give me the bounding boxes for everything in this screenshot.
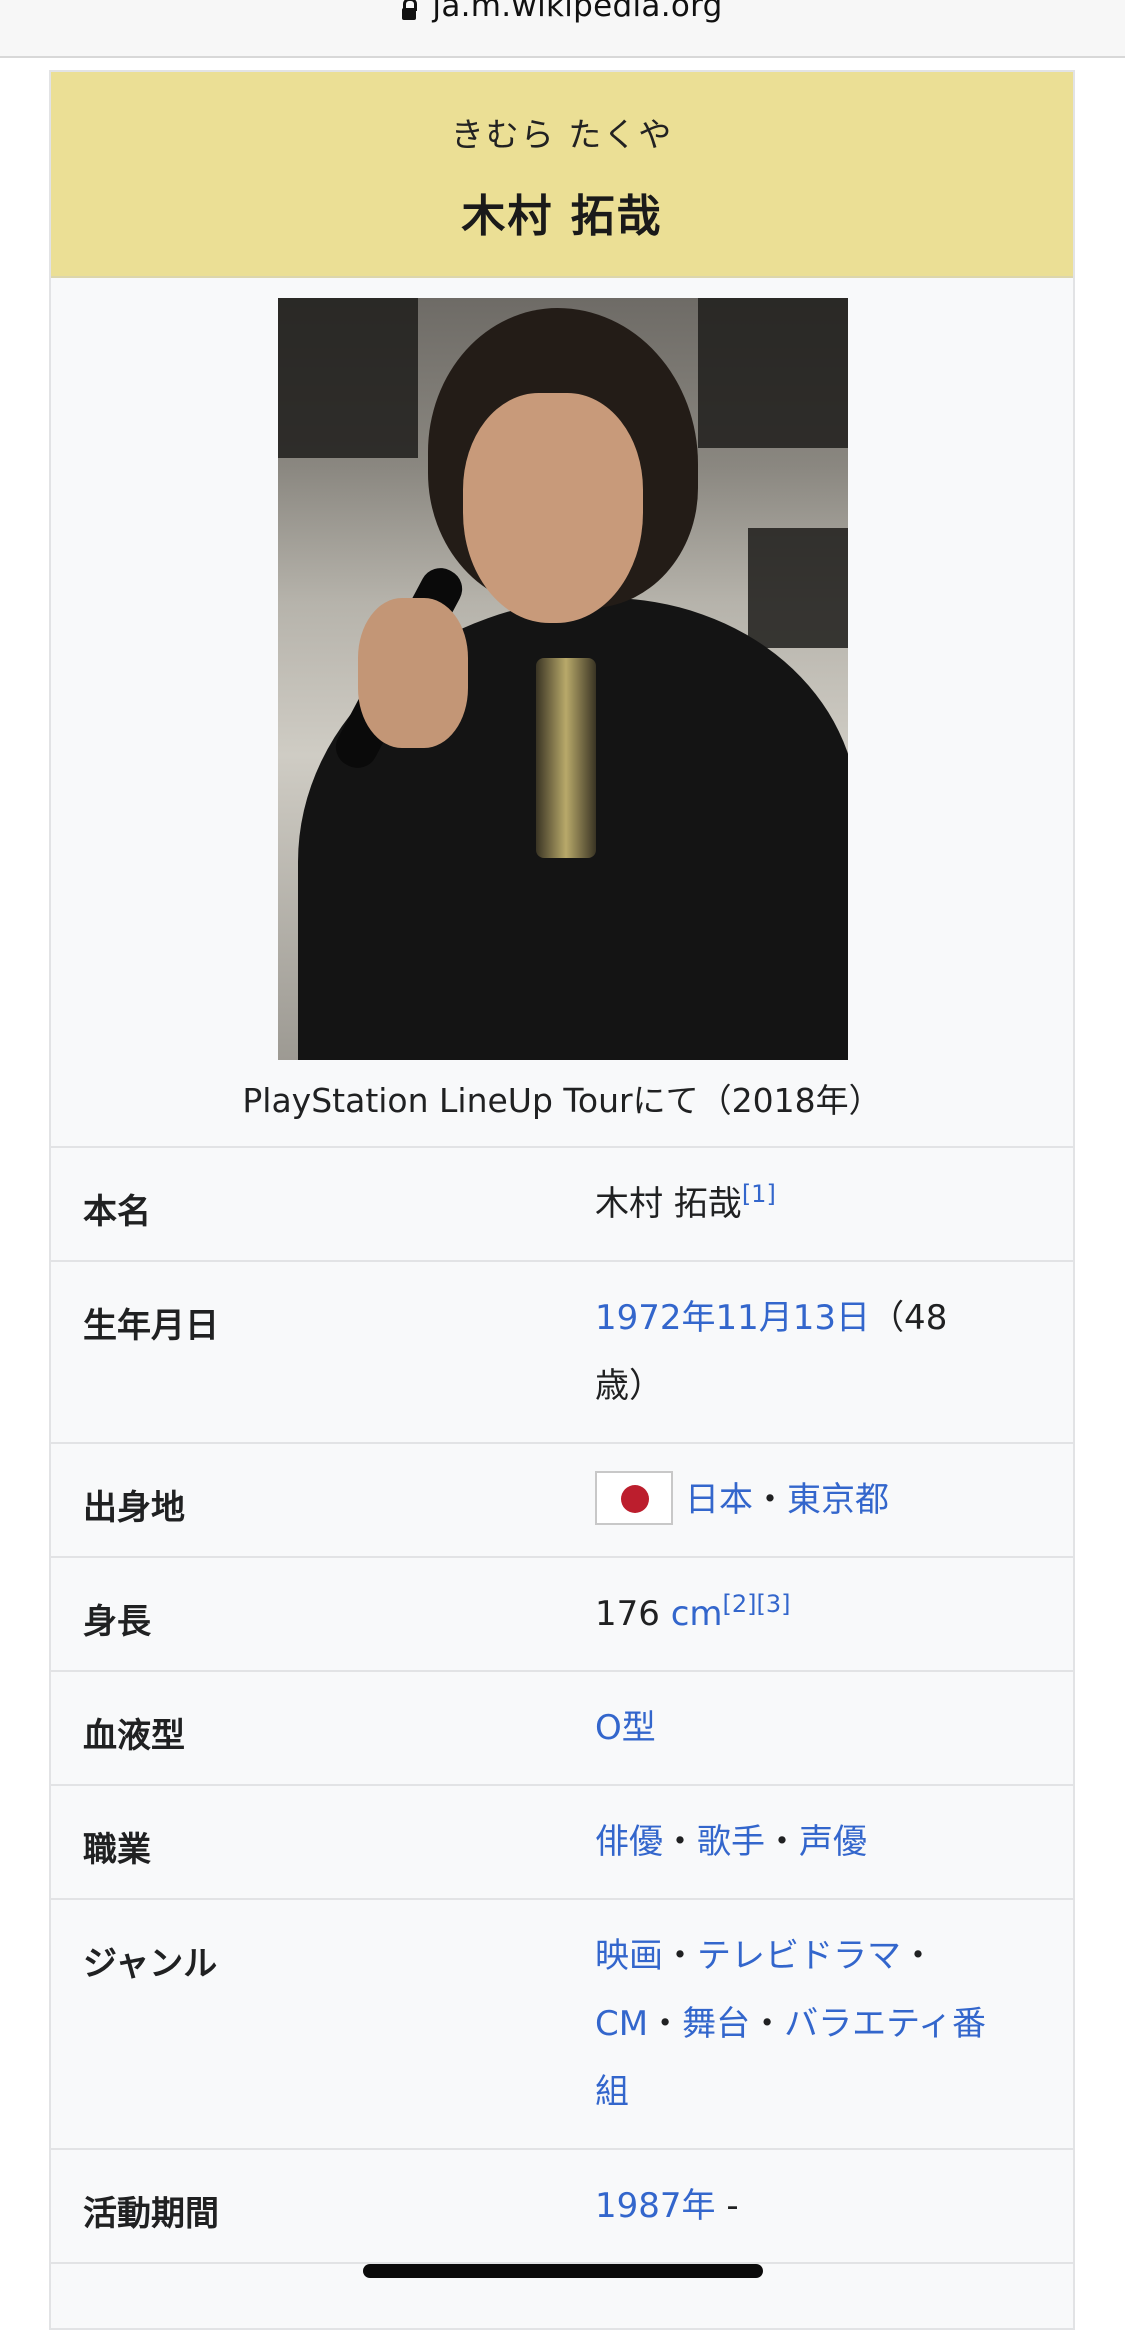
occupation-link-actor[interactable]: 俳優 — [595, 1822, 663, 1862]
infobox-header: きむら たくや 木村 拓哉 — [51, 72, 1073, 278]
photo-caption: PlayStation LineUp Tourにて（2018年） — [242, 1081, 882, 1120]
genre-link-tv-drama[interactable]: テレビドラマ — [697, 1936, 901, 1976]
label-active-years: 活動期間 — [83, 2194, 219, 2234]
city-link[interactable]: 東京都 — [787, 1480, 889, 1520]
active-year-link[interactable]: 1987年 — [595, 2186, 716, 2226]
value-blood-type: O型 — [595, 1694, 1045, 1762]
value-height: 176 cm[2][3] — [595, 1580, 1045, 1648]
label-birth-date: 生年月日 — [83, 1306, 219, 1346]
occupation-link-singer[interactable]: 歌手 — [697, 1822, 765, 1862]
name-reading: きむら たくや — [450, 115, 674, 154]
lock-icon — [402, 0, 418, 20]
country-link[interactable]: 日本 — [685, 1480, 753, 1520]
height-number: 176 — [595, 1594, 671, 1634]
real-name-text: 木村 拓哉 — [595, 1184, 742, 1224]
row-height: 身長 176 cm[2][3] — [51, 1558, 1073, 1672]
separator: ・ — [750, 2004, 785, 2044]
blood-type-link[interactable]: O型 — [595, 1708, 656, 1748]
label-height: 身長 — [83, 1602, 151, 1642]
row-occupation: 職業 俳優・歌手・声優 — [51, 1786, 1073, 1900]
portrait-photo[interactable] — [278, 298, 848, 1060]
value-origin: 日本・東京都 — [595, 1466, 1045, 1534]
row-origin: 出身地 日本・東京都 — [51, 1444, 1073, 1558]
separator: ・ — [765, 1822, 799, 1862]
separator: ・ — [901, 1936, 935, 1976]
ref-links[interactable]: [2][3] — [723, 1590, 791, 1618]
age-text: （48 — [870, 1298, 948, 1338]
row-active-years: 活動期間 1987年 - — [51, 2150, 1073, 2264]
value-active-years: 1987年 - — [595, 2172, 1045, 2240]
active-suffix: - — [715, 2186, 739, 2226]
japan-flag-icon — [595, 1470, 673, 1525]
age-text-cont: 歳） — [595, 1366, 663, 1406]
genre-link-cm[interactable]: CM — [595, 2004, 648, 2044]
label-blood-type: 血液型 — [83, 1716, 185, 1756]
separator: ・ — [663, 1936, 697, 1976]
browser-url-bar[interactable]: ja.m.wikipedia.org — [0, 0, 1125, 58]
separator: ・ — [663, 1822, 697, 1862]
occupation-link-voice-actor[interactable]: 声優 — [799, 1822, 867, 1862]
label-origin: 出身地 — [83, 1488, 185, 1528]
separator: ・ — [648, 2004, 683, 2044]
ref-link[interactable]: [1] — [742, 1180, 776, 1208]
separator: ・ — [753, 1480, 787, 1520]
row-birth-date: 生年月日 1972年11月13日（48 歳） — [51, 1262, 1073, 1444]
url-text[interactable]: ja.m.wikipedia.org — [432, 0, 722, 24]
label-real-name: 本名 — [83, 1192, 151, 1232]
birth-date-link[interactable]: 1972年11月13日 — [595, 1298, 870, 1338]
genre-link-variety[interactable]: バラエティ番 — [784, 2004, 986, 2044]
genre-link-stage[interactable]: 舞台 — [682, 2004, 750, 2044]
value-real-name: 木村 拓哉[1] — [595, 1170, 1045, 1238]
row-real-name: 本名 木村 拓哉[1] — [51, 1148, 1073, 1262]
home-indicator[interactable] — [363, 2264, 763, 2278]
photo-cell: PlayStation LineUp Tourにて（2018年） — [51, 278, 1073, 1148]
value-birth-date: 1972年11月13日（48 歳） — [595, 1284, 1045, 1420]
genre-link-film[interactable]: 映画 — [595, 1936, 663, 1976]
label-genre: ジャンル — [83, 1944, 218, 1984]
genre-link-variety-cont[interactable]: 組 — [595, 2072, 629, 2112]
row-blood-type: 血液型 O型 — [51, 1672, 1073, 1786]
unit-link[interactable]: cm — [671, 1594, 723, 1634]
value-genre: 映画・テレビドラマ・ CM・舞台・バラエティ番組 — [595, 1922, 1045, 2126]
label-occupation: 職業 — [83, 1830, 151, 1870]
infobox: きむら たくや 木村 拓哉 PlayStation LineUp Tourにて（… — [49, 70, 1075, 2330]
person-name: 木村 拓哉 — [461, 191, 663, 242]
row-genre: ジャンル 映画・テレビドラマ・ CM・舞台・バラエティ番組 — [51, 1900, 1073, 2150]
value-occupation: 俳優・歌手・声優 — [595, 1808, 1045, 1876]
